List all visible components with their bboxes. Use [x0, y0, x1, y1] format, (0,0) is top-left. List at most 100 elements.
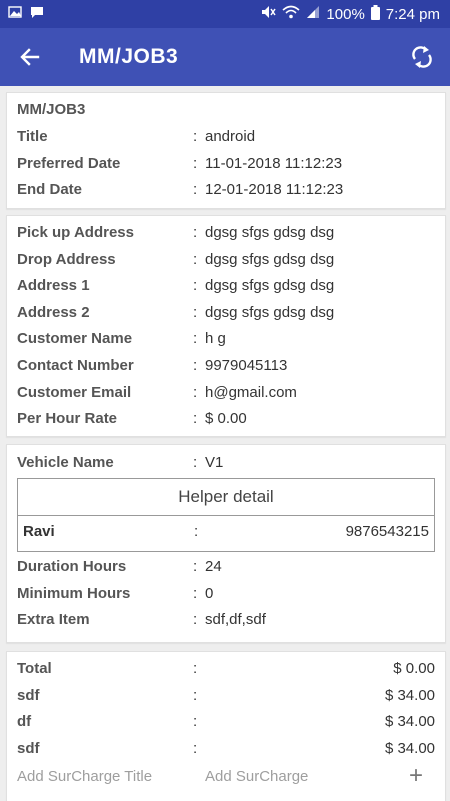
field-label: Address 1 [17, 277, 90, 294]
field-label: End Date [17, 181, 83, 198]
field-label: Preferred Date [17, 155, 121, 172]
charge-row: df : $ 34.00 [17, 710, 435, 734]
separator: : [193, 454, 198, 471]
separator: : [193, 357, 198, 374]
separator: : [193, 155, 198, 172]
field-label: Extra Item [17, 611, 90, 628]
field-label: Address 2 [17, 304, 90, 321]
job-header-row: MM/JOB3 [17, 98, 435, 122]
separator: : [193, 410, 198, 427]
job-card: MM/JOB3 Title : android Preferred Date :… [6, 92, 446, 209]
separator: : [193, 558, 198, 575]
add-surcharge-row: Add SurCharge Title Add SurCharge + [17, 763, 435, 790]
separator: : [193, 251, 198, 268]
detail-row: Pick up Address : dgsg sfgs gdsg dsg [17, 221, 435, 245]
detail-row: Minimum Hours : 0 [17, 582, 435, 606]
helper-detail-box: Helper detail Ravi : 9876543215 [17, 478, 435, 552]
detail-row: Per Hour Rate : $ 0.00 [17, 407, 435, 431]
helper-detail-title: Helper detail [18, 479, 434, 516]
message-notification-icon [30, 5, 44, 24]
detail-row: Vehicle Name : V1 [17, 451, 435, 475]
helper-name: Ravi [23, 523, 55, 540]
charge-value: $ 34.00 [384, 713, 435, 730]
charge-label: sdf [17, 740, 40, 757]
field-label: Customer Name [17, 330, 133, 347]
field-label: Duration Hours [17, 558, 127, 575]
detail-row: Duration Hours : 24 [17, 555, 435, 579]
charges-card: Total : $ 0.00 sdf : $ 34.00 df : $ 34.0… [6, 651, 446, 801]
separator: : [193, 585, 198, 602]
charge-row: Total : $ 0.00 [17, 657, 435, 681]
separator: : [193, 224, 198, 241]
arrow-left-icon [20, 48, 40, 66]
field-label: Title [17, 128, 48, 145]
separator: : [193, 713, 198, 730]
job-id: MM/JOB3 [17, 101, 86, 118]
field-value: android [205, 128, 256, 145]
refresh-button[interactable] [406, 41, 438, 73]
separator: : [193, 611, 198, 628]
separator: : [193, 660, 198, 677]
charge-label: Total [17, 660, 52, 677]
add-surcharge-button[interactable]: + [409, 763, 423, 789]
field-value: 11-01-2018 11:12:23 [205, 155, 343, 172]
field-value: sdf,df,sdf [205, 611, 266, 628]
field-value: $ 0.00 [205, 410, 247, 427]
detail-row: Preferred Date : 11-01-2018 11:12:23 [17, 152, 435, 176]
charge-label: sdf [17, 687, 40, 704]
status-bar: 100% 7:24 pm [0, 0, 450, 28]
separator: : [193, 330, 198, 347]
mute-icon [260, 4, 277, 24]
detail-row: Title : android [17, 125, 435, 149]
detail-row: Drop Address : dgsg sfgs gdsg dsg [17, 248, 435, 272]
separator: : [194, 523, 199, 540]
vehicle-card: Vehicle Name : V1 Helper detail Ravi : 9… [6, 444, 446, 643]
surcharge-title-input[interactable]: Add SurCharge Title [17, 764, 152, 790]
field-value: dgsg sfgs gdsg dsg [205, 304, 335, 321]
field-label: Vehicle Name [17, 454, 114, 471]
separator: : [193, 384, 198, 401]
separator: : [193, 740, 198, 757]
field-value: h g [205, 330, 226, 347]
detail-row: Contact Number : 9979045113 [17, 354, 435, 378]
field-value: 0 [205, 585, 214, 602]
separator: : [193, 304, 198, 321]
detail-row: Customer Email : h@gmail.com [17, 381, 435, 405]
separator: : [193, 687, 198, 704]
charge-value: $ 0.00 [393, 660, 435, 677]
detail-row: End Date : 12-01-2018 11:12:23 [17, 178, 435, 202]
contact-number-link[interactable]: 9979045113 [205, 354, 287, 378]
helper-phone[interactable]: 9876543215 [346, 516, 429, 548]
detail-row: Extra Item : sdf,df,sdf [17, 608, 435, 632]
field-label: Drop Address [17, 251, 116, 268]
separator: : [193, 128, 198, 145]
charge-value: $ 34.00 [384, 740, 435, 757]
detail-row: Address 2 : dgsg sfgs gdsg dsg [17, 301, 435, 325]
page-title: MM/JOB3 [79, 45, 179, 68]
charge-label: df [17, 713, 32, 730]
address-card: Pick up Address : dgsg sfgs gdsg dsg Dro… [6, 215, 446, 437]
back-button[interactable] [14, 41, 46, 73]
surcharge-amount-input[interactable]: Add SurCharge [205, 764, 308, 790]
field-value: dgsg sfgs gdsg dsg [205, 277, 335, 294]
field-value: dgsg sfgs gdsg dsg [205, 224, 335, 241]
field-value: 24 [205, 558, 222, 575]
field-label: Per Hour Rate [17, 410, 118, 427]
separator: : [193, 277, 198, 294]
charge-value: $ 34.00 [384, 687, 435, 704]
charge-row: sdf : $ 34.00 [17, 737, 435, 761]
field-label: Customer Email [17, 384, 132, 401]
separator: : [193, 181, 198, 198]
field-value: V1 [205, 454, 224, 471]
detail-row: Customer Name : h g [17, 327, 435, 351]
field-label: Contact Number [17, 357, 134, 374]
detail-row: Address 1 : dgsg sfgs gdsg dsg [17, 274, 435, 298]
app-bar: MM/JOB3 [0, 28, 450, 86]
sync-icon [412, 46, 432, 68]
email-link[interactable]: h@gmail.com [205, 381, 297, 405]
field-value: dgsg sfgs gdsg dsg [205, 251, 335, 268]
helper-row: Ravi : 9876543215 [23, 516, 429, 548]
clock: 7:24 pm [385, 5, 440, 23]
field-value: 12-01-2018 11:12:23 [205, 181, 344, 198]
field-label: Pick up Address [17, 224, 134, 241]
